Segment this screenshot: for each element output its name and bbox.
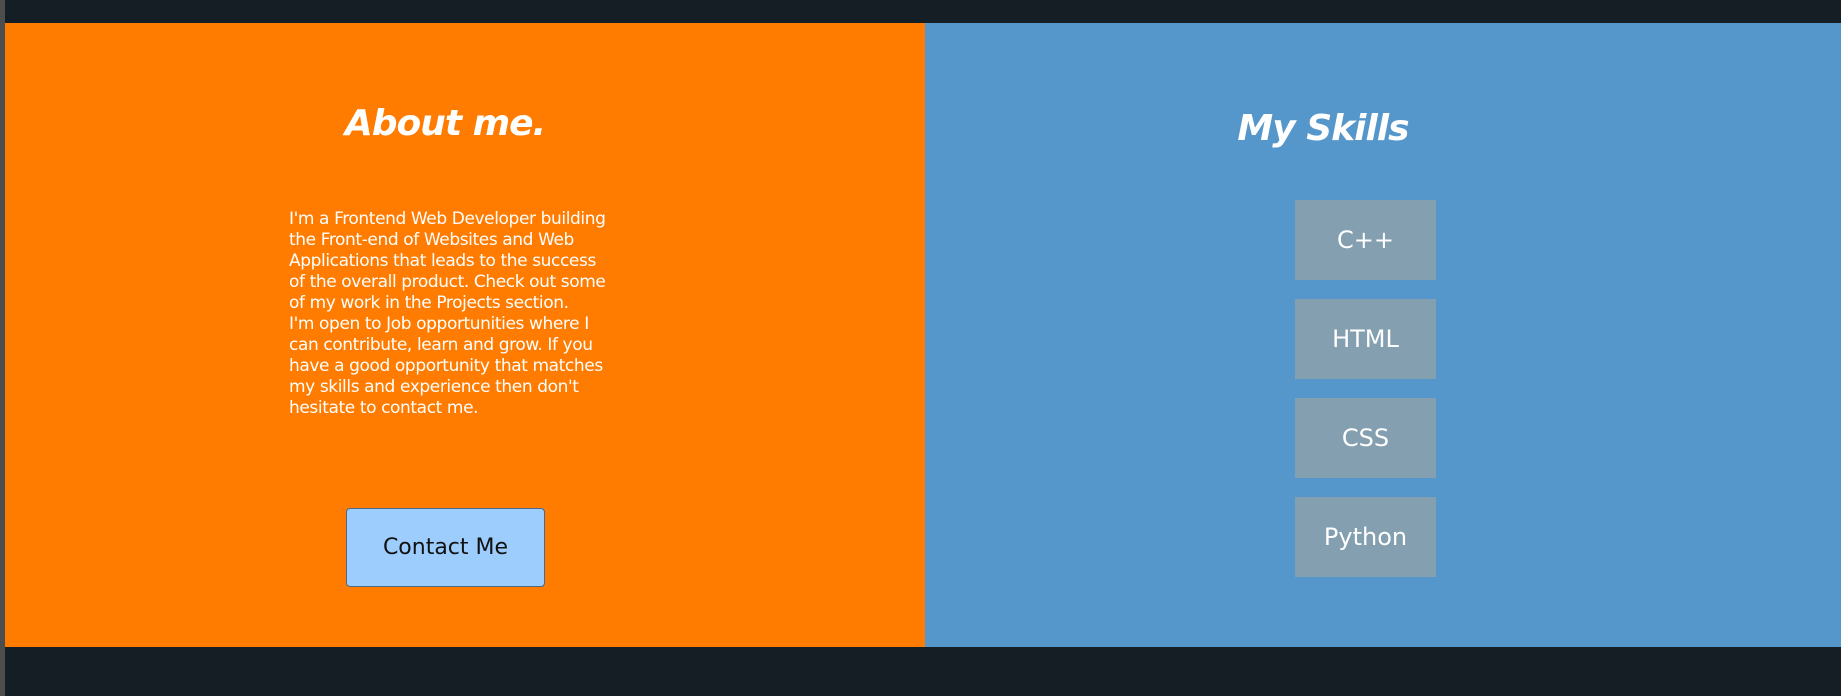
skills-section: My Skills C++ HTML CSS Python [925,23,1841,647]
skill-item-python: Python [1295,497,1436,577]
about-paragraph: I'm a Frontend Web Developer building th… [289,209,606,313]
skill-item-html: HTML [1295,299,1436,379]
about-description: I'm a Frontend Web Developer building th… [289,209,607,419]
about-section: About me. I'm a Frontend Web Developer b… [5,23,925,647]
contact-me-button[interactable]: Contact Me [346,508,545,587]
page-bottom-strip [0,696,1841,700]
about-title: About me. [344,103,546,144]
about-paragraph: I'm open to Job opportunities where I ca… [289,314,603,418]
skill-item-css: CSS [1295,398,1436,478]
skills-title: My Skills [1237,108,1409,149]
skill-item-cpp: C++ [1295,200,1436,280]
skill-list: C++ HTML CSS Python [1295,200,1436,596]
